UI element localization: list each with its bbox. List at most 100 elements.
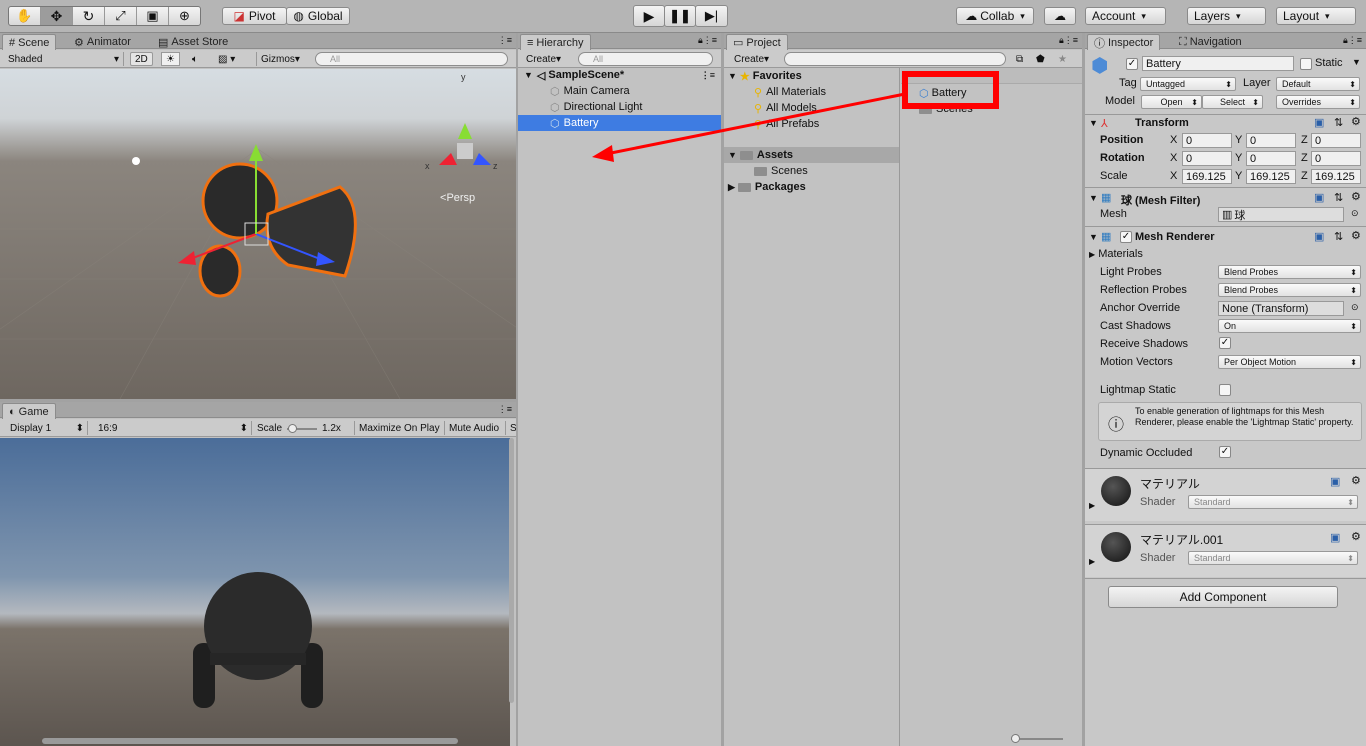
transform-x-input[interactable]: 0 <box>1182 151 1232 166</box>
dynamic-occluded-checkbox[interactable]: ✓ <box>1219 446 1231 458</box>
stats-toggle[interactable]: S <box>505 421 516 435</box>
tab-inspector[interactable]: ⓘ Inspector <box>1087 34 1161 50</box>
light-probes-dropdown[interactable]: Blend Probes <box>1218 265 1361 279</box>
icon-size-slider[interactable] <box>1011 734 1063 743</box>
tab-asset-store[interactable]: ▤ Asset Store <box>152 34 234 50</box>
add-component-button[interactable]: Add Component <box>1108 586 1338 608</box>
expand-arrow-icon[interactable]: ▼ <box>1089 118 1098 128</box>
2d-toggle[interactable]: 2D <box>130 52 153 66</box>
transform-x-input[interactable]: 169.125 <box>1182 169 1232 184</box>
move-tool-icon[interactable]: ✥ <box>41 7 73 25</box>
tab-navigation[interactable]: ⛶ Navigation <box>1173 34 1248 50</box>
favorite-item-all-prefabs[interactable]: ⚲ All Prefabs <box>724 116 899 132</box>
hierarchy-item-main-camera[interactable]: ⬡ Main Camera <box>518 83 721 99</box>
tab-hierarchy[interactable]: ≡ Hierarchy <box>520 34 591 50</box>
transform-z-input[interactable]: 0 <box>1311 133 1361 148</box>
object-name-input[interactable]: Battery <box>1142 56 1294 71</box>
project-search-input[interactable] <box>784 52 1006 66</box>
help-icon[interactable]: ▣ <box>1330 531 1340 544</box>
hierarchy-item-directional-light[interactable]: ⬡ Directional Light <box>518 99 721 115</box>
shading-dropdown[interactable]: Shaded ▾ <box>4 52 124 66</box>
account-dropdown[interactable]: Account <box>1085 7 1166 25</box>
rect-tool-icon[interactable]: ▣ <box>137 7 169 25</box>
active-checkbox[interactable]: ✓ <box>1126 58 1138 70</box>
collab-dropdown[interactable]: ☁ Collab <box>956 7 1034 25</box>
aspect-dropdown[interactable]: 16:9 ⬍ <box>94 421 252 435</box>
receive-shadows-checkbox[interactable]: ✓ <box>1219 337 1231 349</box>
game-scrollbar-vertical[interactable] <box>509 438 514 703</box>
transform-y-input[interactable]: 0 <box>1246 151 1296 166</box>
icon-size-slider-thumb[interactable] <box>1011 734 1020 743</box>
preset-icon[interactable]: ⇅ <box>1334 116 1343 129</box>
tag-dropdown[interactable]: Untagged <box>1140 77 1236 91</box>
transform-z-input[interactable]: 0 <box>1311 151 1361 166</box>
step-button[interactable]: ▶| <box>695 5 728 27</box>
audio-toggle-icon[interactable]: 🔈︎ <box>188 52 202 66</box>
global-button[interactable]: ◍ Global <box>286 7 350 25</box>
gear-icon[interactable]: ⚙ <box>1351 115 1361 128</box>
gear-icon[interactable]: ⚙ <box>1351 474 1361 487</box>
filter-type-icon[interactable]: ⧉ <box>1012 52 1027 66</box>
cast-shadows-dropdown[interactable]: On <box>1218 319 1361 333</box>
hand-tool-icon[interactable]: ✋ <box>9 7 41 25</box>
gear-icon[interactable]: ⚙ <box>1351 229 1361 242</box>
lightmap-static-checkbox[interactable] <box>1219 384 1231 396</box>
lock-icon[interactable]: 🔒︎⋮≡ <box>1059 35 1078 46</box>
panel-menu-icon[interactable]: ⋮≡ <box>498 35 512 46</box>
materials-foldout[interactable]: ▶ Materials <box>1089 248 1143 260</box>
gear-icon[interactable]: ⚙ <box>1351 190 1361 203</box>
persp-label[interactable]: <Persp <box>440 192 475 204</box>
project-create-button[interactable]: Create ▾ <box>730 52 773 66</box>
help-icon[interactable]: ▣ <box>1330 475 1340 488</box>
game-view[interactable] <box>0 438 514 746</box>
overrides-dropdown[interactable]: Overrides <box>1276 95 1360 109</box>
scale-tool-icon[interactable]: ⤢ <box>105 7 137 25</box>
mesh-renderer-enabled-checkbox[interactable]: ✓ <box>1120 231 1132 243</box>
transform-z-input[interactable]: 169.125 <box>1311 169 1361 184</box>
transform-x-input[interactable]: 0 <box>1182 133 1232 148</box>
shader-dropdown[interactable]: Standard <box>1188 495 1358 509</box>
preset-icon[interactable]: ⇅ <box>1334 191 1343 204</box>
pivot-button[interactable]: ◪ Pivot <box>222 7 287 25</box>
preset-icon[interactable]: ⇅ <box>1334 230 1343 243</box>
rotate-tool-icon[interactable]: ↻ <box>73 7 105 25</box>
lighting-toggle-icon[interactable]: ☀ <box>161 52 180 66</box>
reflection-probes-dropdown[interactable]: Blend Probes <box>1218 283 1361 297</box>
favorite-item-all-models[interactable]: ⚲ All Models <box>724 100 899 116</box>
packages-row[interactable]: ▶ Packages <box>724 179 899 195</box>
lock-icon[interactable]: 🔒︎⋮≡ <box>1343 35 1362 46</box>
display-dropdown[interactable]: Display 1 ⬍ <box>6 421 88 435</box>
scene-root-row[interactable]: ▼ ◁ SampleScene* ⋮≡ <box>518 67 721 83</box>
gizmos-dropdown[interactable]: Gizmos ▾ <box>256 52 304 66</box>
shader-dropdown[interactable]: Standard <box>1188 551 1358 565</box>
favorite-star-icon[interactable]: ★ <box>1054 52 1071 66</box>
static-checkbox[interactable] <box>1300 58 1312 70</box>
layout-dropdown[interactable]: Layout <box>1276 7 1356 25</box>
collapse-arrow-icon[interactable]: ▶ <box>1089 501 1095 510</box>
game-scrollbar[interactable] <box>42 738 458 744</box>
static-dropdown-icon[interactable]: ▼ <box>1352 57 1361 67</box>
gear-icon[interactable]: ⚙ <box>1351 530 1361 543</box>
scale-slider[interactable] <box>287 424 317 433</box>
scale-slider-thumb[interactable] <box>288 424 297 433</box>
scene-search-input[interactable]: All <box>315 52 508 66</box>
expand-arrow-icon[interactable]: ▼ <box>1089 232 1098 242</box>
hierarchy-create-button[interactable]: Create ▾ <box>522 52 565 66</box>
filter-label-icon[interactable]: ⬟ <box>1032 52 1049 66</box>
help-icon[interactable]: ▣ <box>1314 116 1324 129</box>
motion-vectors-dropdown[interactable]: Per Object Motion <box>1218 355 1361 369</box>
tab-animator[interactable]: ⚙ Animator <box>68 34 137 50</box>
favorite-item-all-materials[interactable]: ⚲ All Materials <box>724 84 899 100</box>
tab-game[interactable]: ◐ Game <box>2 403 56 419</box>
pause-button[interactable]: ❚❚ <box>664 5 696 27</box>
help-icon[interactable]: ▣ <box>1314 230 1324 243</box>
scene-view[interactable]: y x z <Persp <box>0 69 516 399</box>
tab-scene[interactable]: # Scene <box>2 34 57 50</box>
transform-y-input[interactable]: 0 <box>1246 133 1296 148</box>
transform-tool-icon[interactable]: ⊕ <box>169 7 200 25</box>
favorites-row[interactable]: ▼ ★ Favorites <box>724 68 899 84</box>
maximize-on-play-toggle[interactable]: Maximize On Play <box>354 421 444 435</box>
anchor-override-field[interactable]: None (Transform) <box>1218 301 1344 316</box>
tab-project[interactable]: ▭ Project <box>726 34 788 50</box>
object-picker-icon[interactable]: ⊙ <box>1351 208 1359 219</box>
